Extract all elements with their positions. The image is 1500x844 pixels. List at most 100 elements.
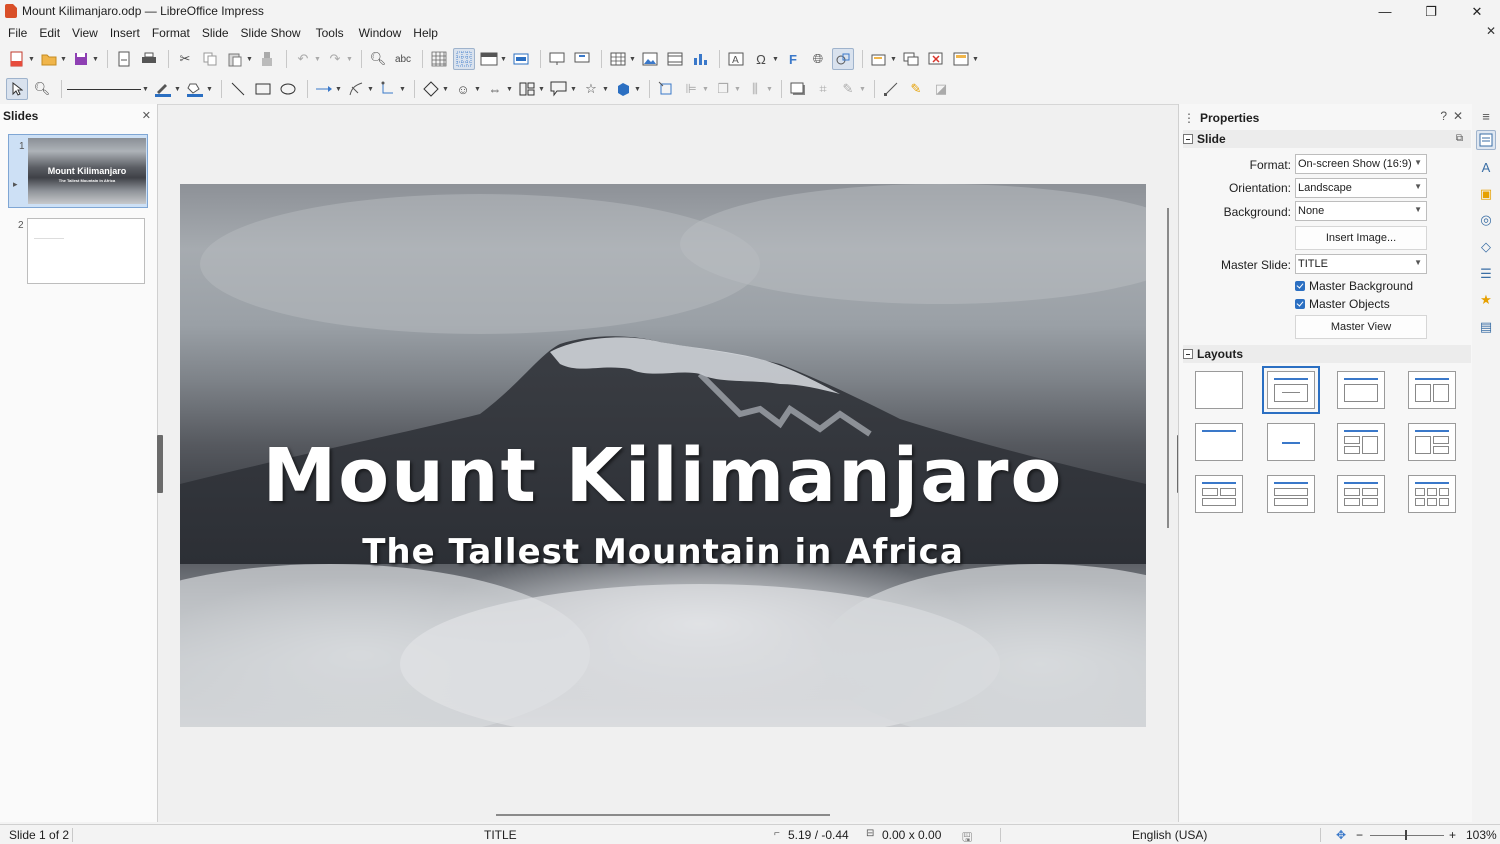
slide-title[interactable]: Mount Kilimanjaro (180, 432, 1146, 520)
arrange-dropdown-icon[interactable]: ▼ (734, 78, 741, 100)
spelling-icon[interactable]: abc (392, 48, 414, 70)
menu-format[interactable]: Format (149, 26, 199, 40)
zoom-slider[interactable] (1370, 835, 1444, 836)
show-draw-functions-icon[interactable] (832, 48, 854, 70)
redo-icon[interactable]: ↷ (324, 48, 346, 70)
layout-title-content-over-content[interactable] (1267, 475, 1315, 513)
zoom-in-button[interactable]: + (1449, 828, 1456, 842)
line-color-dropdown-icon[interactable]: ▼ (174, 78, 181, 100)
lines-arrows-icon[interactable] (313, 78, 335, 100)
undo-icon[interactable]: ↶ (292, 48, 314, 70)
master-slide-select[interactable]: TITLE ▼ (1295, 254, 1427, 274)
3d-objects-dropdown-icon[interactable]: ▼ (634, 78, 641, 100)
layout-title-two-content[interactable] (1408, 371, 1456, 409)
master-slide-icon[interactable] (510, 48, 532, 70)
collapse-icon[interactable] (1183, 134, 1193, 144)
toggle-extrusion-icon[interactable]: ◪ (930, 78, 952, 100)
slide-subtitle[interactable]: The Tallest Mountain in Africa (180, 530, 1146, 574)
new-dropdown-icon[interactable]: ▼ (28, 48, 35, 70)
save-dropdown-icon[interactable]: ▼ (92, 48, 99, 70)
slide-thumbnail-2[interactable]: 2 (8, 216, 148, 288)
new-slide-dropdown-icon[interactable]: ▼ (890, 48, 897, 70)
stars-dropdown-icon[interactable]: ▼ (602, 78, 609, 100)
open-dropdown-icon[interactable]: ▼ (60, 48, 67, 70)
clone-formatting-icon[interactable] (256, 48, 278, 70)
language[interactable]: English (USA) (1132, 828, 1207, 842)
line-style-dropdown-icon[interactable]: ▼ (142, 78, 149, 100)
menu-view[interactable]: View (69, 26, 107, 40)
layout-title-content[interactable] (1337, 371, 1385, 409)
fit-slide-icon[interactable]: ✥ (1336, 828, 1346, 842)
start-from-first-slide-icon[interactable] (546, 48, 568, 70)
menu-edit[interactable]: Edit (36, 26, 69, 40)
orientation-select[interactable]: Landscape ▼ (1295, 178, 1427, 198)
slide-transition-deck-icon[interactable]: ☰ (1476, 264, 1496, 284)
close-document-icon[interactable]: ✕ (1486, 24, 1496, 38)
copy-icon[interactable] (199, 48, 221, 70)
minimize-button[interactable]: — (1362, 0, 1408, 22)
shapes-deck-icon[interactable]: ◇ (1476, 237, 1496, 257)
checkbox-checked-icon[interactable] (1295, 299, 1305, 309)
master-view-button[interactable]: Master View (1295, 315, 1427, 339)
connectors-dropdown-icon[interactable]: ▼ (399, 78, 406, 100)
shadow-icon[interactable] (787, 78, 809, 100)
display-grid-icon[interactable] (428, 48, 450, 70)
background-select[interactable]: None ▼ (1295, 201, 1427, 221)
menu-slide[interactable]: Slide (199, 26, 238, 40)
drag-handle-icon[interactable]: ⋮ (1183, 111, 1195, 125)
display-views-dropdown-icon[interactable]: ▼ (500, 48, 507, 70)
layouts-section-header[interactable]: Layouts (1183, 345, 1471, 363)
insert-media-icon[interactable] (664, 48, 686, 70)
start-from-current-slide-icon[interactable] (571, 48, 593, 70)
display-views-icon[interactable] (478, 48, 500, 70)
glue-points-icon[interactable]: ✎ (905, 78, 927, 100)
close-button[interactable]: ✕ (1454, 0, 1500, 22)
table-dropdown-icon[interactable]: ▼ (629, 48, 636, 70)
zoom-out-button[interactable]: − (1356, 828, 1363, 842)
undo-dropdown-icon[interactable]: ▼ (314, 48, 321, 70)
callout-shapes-icon[interactable] (548, 78, 570, 100)
gallery-deck-icon[interactable]: ▣ (1476, 184, 1496, 204)
block-arrows-dropdown-icon[interactable]: ▼ (506, 78, 513, 100)
fill-color-dropdown-icon[interactable]: ▼ (206, 78, 213, 100)
close-sidebar-icon[interactable]: ✕ (1453, 109, 1463, 123)
menu-window[interactable]: Window (353, 26, 411, 40)
arrange-icon[interactable]: ❐ (712, 78, 734, 100)
crop-icon[interactable]: ⌗ (812, 78, 834, 100)
zoom-level[interactable]: 103% (1466, 828, 1497, 842)
insert-text-box-icon[interactable]: A (725, 48, 747, 70)
slides-pane-collapse-handle[interactable] (157, 435, 163, 493)
zoom-pan-icon[interactable]: 🔍︎ (31, 78, 53, 100)
symbol-shapes-dropdown-icon[interactable]: ▼ (474, 78, 481, 100)
print-icon[interactable] (138, 48, 160, 70)
flowchart-dropdown-icon[interactable]: ▼ (538, 78, 545, 100)
properties-deck-icon[interactable] (1476, 130, 1496, 150)
fontwork-icon[interactable]: F (782, 48, 804, 70)
layout-title-only[interactable] (1195, 423, 1243, 461)
layout-title-slide[interactable] (1262, 366, 1320, 414)
layout-title-4-content[interactable] (1337, 475, 1385, 513)
basic-shapes-dropdown-icon[interactable]: ▼ (442, 78, 449, 100)
stars-banners-icon[interactable]: ☆ (580, 78, 602, 100)
ellipse-icon[interactable] (277, 78, 299, 100)
insert-chart-icon[interactable] (689, 48, 711, 70)
curves-dropdown-icon[interactable]: ▼ (367, 78, 374, 100)
slide-thumbnail-1[interactable]: 1 ▸ Mount Kilimanjaro The Tallest Mounta… (8, 134, 148, 208)
slide-canvas[interactable]: Mount Kilimanjaro The Tallest Mountain i… (180, 184, 1146, 727)
line-color-icon[interactable] (152, 78, 174, 100)
format-select[interactable]: On-screen Show (16:9) ▼ (1295, 154, 1427, 174)
save-icon[interactable] (70, 48, 92, 70)
vertical-scrollbar[interactable] (1167, 208, 1169, 528)
select-pointer-icon[interactable] (6, 78, 28, 100)
redo-dropdown-icon[interactable]: ▼ (346, 48, 353, 70)
document-modified-icon[interactable]: 🖫︎ (962, 828, 972, 844)
rotate-icon[interactable] (655, 78, 677, 100)
open-icon[interactable] (38, 48, 60, 70)
slide-section-header[interactable]: Slide ⧉ (1183, 130, 1471, 148)
slide-layout-dropdown-icon[interactable]: ▼ (972, 48, 979, 70)
line-style-icon[interactable] (67, 78, 143, 100)
filter-icon[interactable]: ✎ (837, 78, 859, 100)
distribute-icon[interactable]: ⫼ (744, 78, 766, 100)
connectors-icon[interactable] (377, 78, 399, 100)
navigator-deck-icon[interactable]: ◎ (1476, 210, 1496, 230)
